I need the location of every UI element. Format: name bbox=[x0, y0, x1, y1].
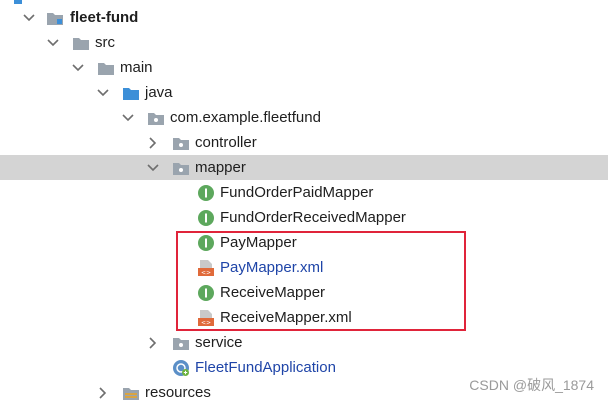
scroll-stub bbox=[14, 0, 22, 4]
tree-label: java bbox=[145, 84, 173, 101]
tree-row-package-root[interactable]: com.example.fleetfund bbox=[0, 105, 608, 130]
chevron-down-icon[interactable] bbox=[22, 11, 36, 25]
interface-icon bbox=[197, 209, 215, 227]
chevron-down-icon[interactable] bbox=[121, 111, 135, 125]
module-folder-icon bbox=[46, 9, 64, 27]
watermark: CSDN @破风_1874 bbox=[469, 377, 594, 393]
package-icon bbox=[172, 134, 190, 152]
tree-label: ReceiveMapper.xml bbox=[220, 309, 352, 326]
interface-icon bbox=[197, 184, 215, 202]
tree-label: FleetFundApplication bbox=[195, 359, 336, 376]
tree-label: PayMapper bbox=[220, 234, 297, 251]
tree-row-receivemapper-xml[interactable]: <> ReceiveMapper.xml bbox=[0, 305, 608, 330]
xml-file-icon: <> bbox=[197, 309, 215, 327]
folder-icon bbox=[97, 59, 115, 77]
interface-icon bbox=[197, 234, 215, 252]
tree-row-fundorderpaidmapper[interactable]: FundOrderPaidMapper bbox=[0, 180, 608, 205]
source-folder-icon bbox=[122, 84, 140, 102]
tree-row-fleet-fund[interactable]: fleet-fund bbox=[0, 5, 608, 30]
tree-row-service[interactable]: service bbox=[0, 330, 608, 355]
tree-label: com.example.fleetfund bbox=[170, 109, 321, 126]
tree-row-receivemapper[interactable]: ReceiveMapper bbox=[0, 280, 608, 305]
tree-label: controller bbox=[195, 134, 257, 151]
tree-label: FundOrderReceivedMapper bbox=[220, 209, 406, 226]
package-icon bbox=[172, 334, 190, 352]
package-icon bbox=[147, 109, 165, 127]
chevron-down-icon[interactable] bbox=[46, 36, 60, 50]
chevron-right-icon[interactable] bbox=[146, 136, 160, 150]
folder-icon bbox=[72, 34, 90, 52]
tree-label: fleet-fund bbox=[70, 9, 139, 26]
tree-label: FundOrderPaidMapper bbox=[220, 184, 374, 201]
spring-boot-class-icon bbox=[172, 359, 190, 377]
tree-label: src bbox=[95, 34, 115, 51]
tree-row-main[interactable]: main bbox=[0, 55, 608, 80]
tree-label: main bbox=[120, 59, 153, 76]
svg-text:<>: <> bbox=[201, 269, 211, 276]
tree-row-controller[interactable]: controller bbox=[0, 130, 608, 155]
tree-label: mapper bbox=[195, 159, 246, 176]
tree-label: ReceiveMapper bbox=[220, 284, 326, 301]
tree-row-java[interactable]: java bbox=[0, 80, 608, 105]
svg-text:<>: <> bbox=[201, 319, 211, 326]
tree-label: service bbox=[195, 334, 243, 351]
tree-row-mapper[interactable]: mapper bbox=[0, 155, 608, 180]
chevron-down-icon[interactable] bbox=[146, 161, 160, 175]
resources-folder-icon bbox=[122, 384, 140, 402]
tree-row-src[interactable]: src bbox=[0, 30, 608, 55]
chevron-right-icon[interactable] bbox=[96, 386, 110, 400]
tree-row-fundorderreceivedmapper[interactable]: FundOrderReceivedMapper bbox=[0, 205, 608, 230]
chevron-down-icon[interactable] bbox=[71, 61, 85, 75]
tree-row-paymapper[interactable]: PayMapper bbox=[0, 230, 608, 255]
chevron-right-icon[interactable] bbox=[146, 336, 160, 350]
tree-label: resources bbox=[145, 384, 211, 401]
project-tree: fleet-fund src main java com.example.fle… bbox=[0, 0, 608, 405]
tree-row-paymapper-xml[interactable]: <> PayMapper.xml bbox=[0, 255, 608, 280]
interface-icon bbox=[197, 284, 215, 302]
chevron-down-icon[interactable] bbox=[96, 86, 110, 100]
package-icon bbox=[172, 159, 190, 177]
xml-file-icon: <> bbox=[197, 259, 215, 277]
tree-label: PayMapper.xml bbox=[220, 259, 324, 276]
